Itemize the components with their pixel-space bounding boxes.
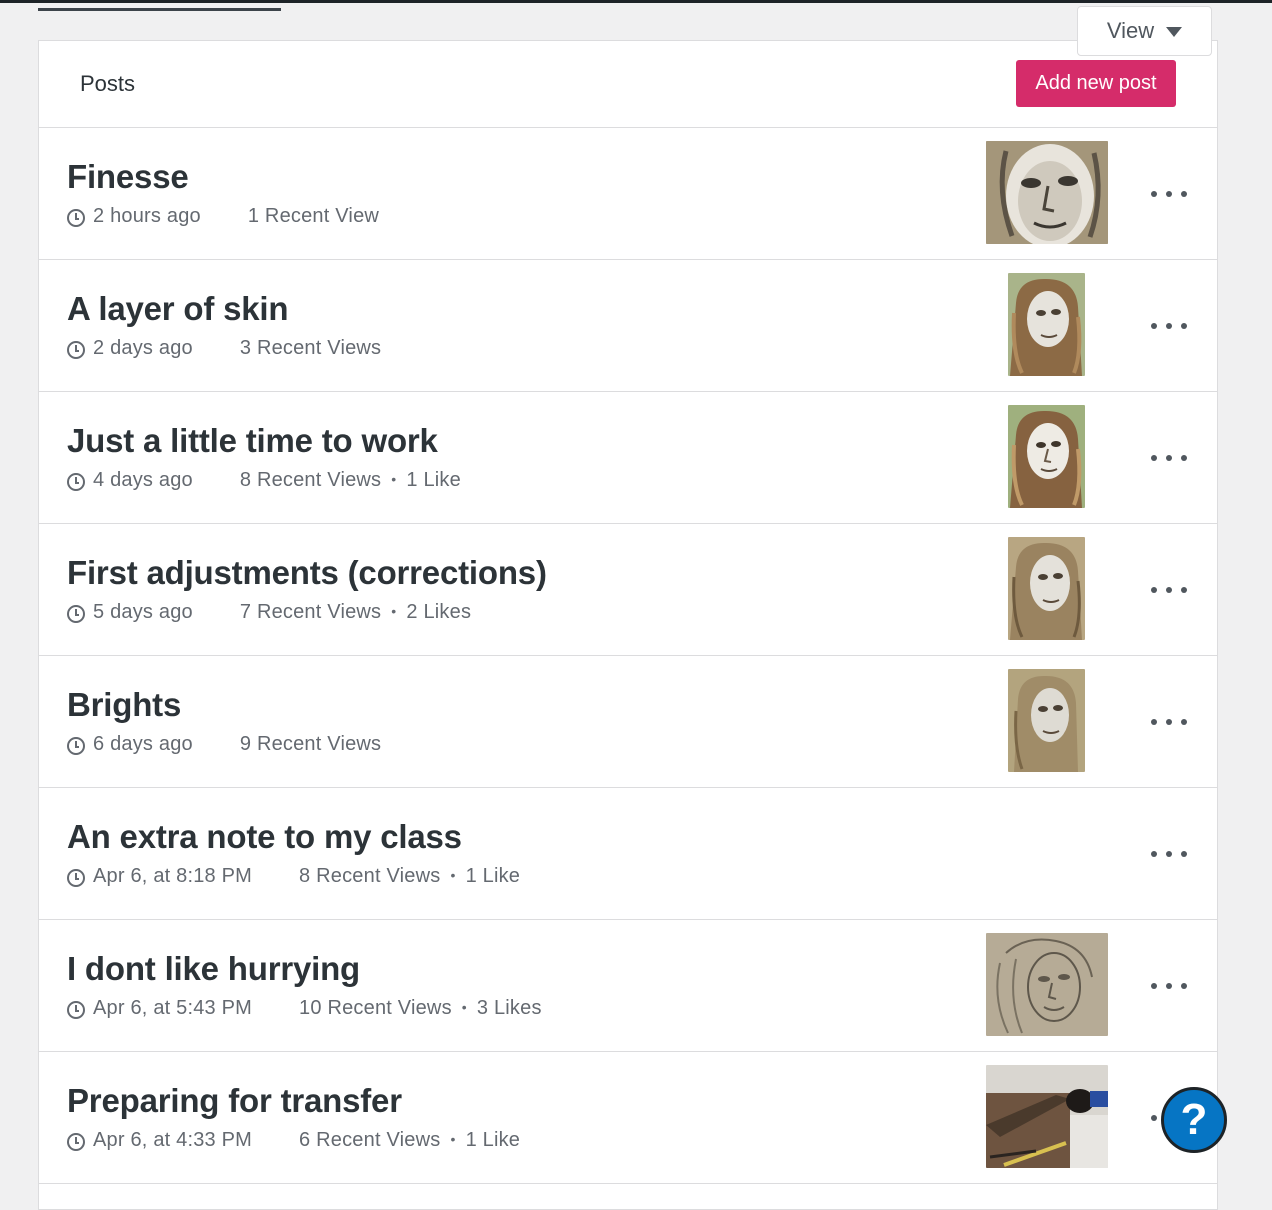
post-meta: 6 days ago 9 Recent Views	[67, 733, 381, 756]
post-views: 6 Recent Views	[299, 1129, 441, 1151]
post-time: Apr 6, at 8:18 PM	[93, 865, 253, 887]
add-new-post-button[interactable]: Add new post	[1016, 59, 1176, 107]
post-row[interactable]: Brights 6 days ago 9 Recent Views	[39, 656, 1217, 788]
post-time: Apr 6, at 5:43 PM	[93, 997, 253, 1019]
posts-panel: Posts Add new post Finesse 2 hours ago 1…	[38, 40, 1218, 1210]
post-row[interactable]: Just a little time to work 4 days ago 8 …	[39, 392, 1217, 524]
view-dropdown-label: View	[1106, 18, 1155, 43]
post-time: 4 days ago	[93, 469, 193, 491]
clock-icon	[67, 472, 85, 491]
more-options-icon[interactable]	[1151, 314, 1187, 338]
bullet-separator: •	[391, 602, 397, 619]
more-options-icon[interactable]	[1151, 842, 1187, 866]
post-meta: 2 hours ago 1 Recent View	[67, 205, 379, 228]
post-likes: 1 Like	[406, 469, 461, 491]
clock-icon	[67, 340, 85, 359]
more-options-icon[interactable]	[1151, 578, 1187, 602]
post-views: 3 Recent Views	[239, 337, 382, 359]
post-title[interactable]: Brights	[67, 686, 181, 724]
post-thumbnail[interactable]	[986, 141, 1108, 244]
post-meta: 2 days ago 3 Recent Views	[67, 337, 381, 360]
post-views: 1 Recent View	[247, 205, 380, 227]
top-border	[0, 0, 1272, 3]
post-row[interactable]: A layer of skin 2 days ago 3 Recent View…	[39, 260, 1217, 392]
post-row[interactable]: First adjustments (corrections) 5 days a…	[39, 524, 1217, 656]
post-title[interactable]: Preparing for transfer	[67, 1082, 402, 1120]
post-meta: 5 days ago 7 Recent Views • 2 Likes	[67, 601, 471, 624]
post-thumbnail[interactable]	[1008, 405, 1085, 508]
post-time: Apr 6, at 4:33 PM	[93, 1129, 253, 1151]
post-time: 6 days ago	[93, 733, 193, 755]
post-likes: 1 Like	[465, 865, 521, 887]
clock-icon	[67, 868, 85, 887]
clock-icon	[67, 208, 85, 227]
more-options-icon[interactable]	[1151, 710, 1187, 734]
more-options-icon[interactable]	[1151, 446, 1187, 470]
more-options-icon[interactable]	[1151, 182, 1187, 206]
bullet-separator: •	[461, 998, 467, 1015]
help-button[interactable]: ?	[1161, 1087, 1227, 1153]
post-thumbnail[interactable]	[1008, 669, 1085, 772]
post-thumbnail[interactable]	[1008, 537, 1085, 640]
panel-header: Posts Add new post	[39, 41, 1217, 128]
post-row[interactable]: I dont like hurrying Apr 6, at 5:43 PM 1…	[39, 920, 1217, 1052]
post-likes: 2 Likes	[406, 601, 472, 623]
view-dropdown[interactable]: View	[1077, 6, 1212, 56]
post-likes: 1 Like	[465, 1129, 521, 1151]
caret-down-icon	[1166, 27, 1183, 37]
clock-icon	[67, 1000, 85, 1019]
post-likes: 3 Likes	[476, 997, 542, 1019]
bullet-separator: •	[450, 866, 456, 883]
post-meta: 4 days ago 8 Recent Views • 1 Like	[67, 469, 461, 492]
post-time: 2 days ago	[93, 337, 193, 359]
post-meta: Apr 6, at 4:33 PM 6 Recent Views • 1 Lik…	[67, 1129, 520, 1152]
post-time: 5 days ago	[93, 601, 193, 623]
post-row[interactable]: Finesse 2 hours ago 1 Recent View	[39, 128, 1217, 260]
post-meta: Apr 6, at 8:18 PM 8 Recent Views • 1 Lik…	[67, 865, 520, 888]
post-title[interactable]: I dont like hurrying	[67, 950, 360, 988]
post-time: 2 hours ago	[93, 205, 201, 227]
post-views: 8 Recent Views	[299, 865, 441, 887]
post-thumbnail[interactable]	[986, 933, 1108, 1036]
bullet-separator: •	[450, 1130, 456, 1147]
post-views: 10 Recent Views	[299, 997, 452, 1019]
post-thumbnail[interactable]	[1008, 273, 1085, 376]
post-title[interactable]: Finesse	[67, 158, 189, 196]
post-title[interactable]: A layer of skin	[67, 290, 289, 328]
post-title[interactable]: Just a little time to work	[67, 422, 438, 460]
more-options-icon[interactable]	[1151, 974, 1187, 998]
post-thumbnail[interactable]	[986, 1065, 1108, 1168]
post-title[interactable]: First adjustments (corrections)	[67, 554, 547, 592]
post-meta: Apr 6, at 5:43 PM 10 Recent Views • 3 Li…	[67, 997, 542, 1020]
post-row[interactable]: An extra note to my class Apr 6, at 8:18…	[39, 788, 1217, 920]
post-views: 9 Recent Views	[239, 733, 382, 755]
clock-icon	[67, 604, 85, 623]
clock-icon	[67, 1132, 85, 1151]
active-tab-indicator	[38, 8, 281, 11]
post-views: 8 Recent Views	[239, 469, 382, 491]
panel-title: Posts	[80, 71, 136, 96]
post-title[interactable]: An extra note to my class	[67, 818, 462, 856]
bullet-separator: •	[391, 470, 397, 487]
post-row[interactable]: Preparing for transfer Apr 6, at 4:33 PM…	[39, 1052, 1217, 1184]
clock-icon	[67, 736, 85, 755]
post-views: 7 Recent Views	[239, 601, 382, 623]
